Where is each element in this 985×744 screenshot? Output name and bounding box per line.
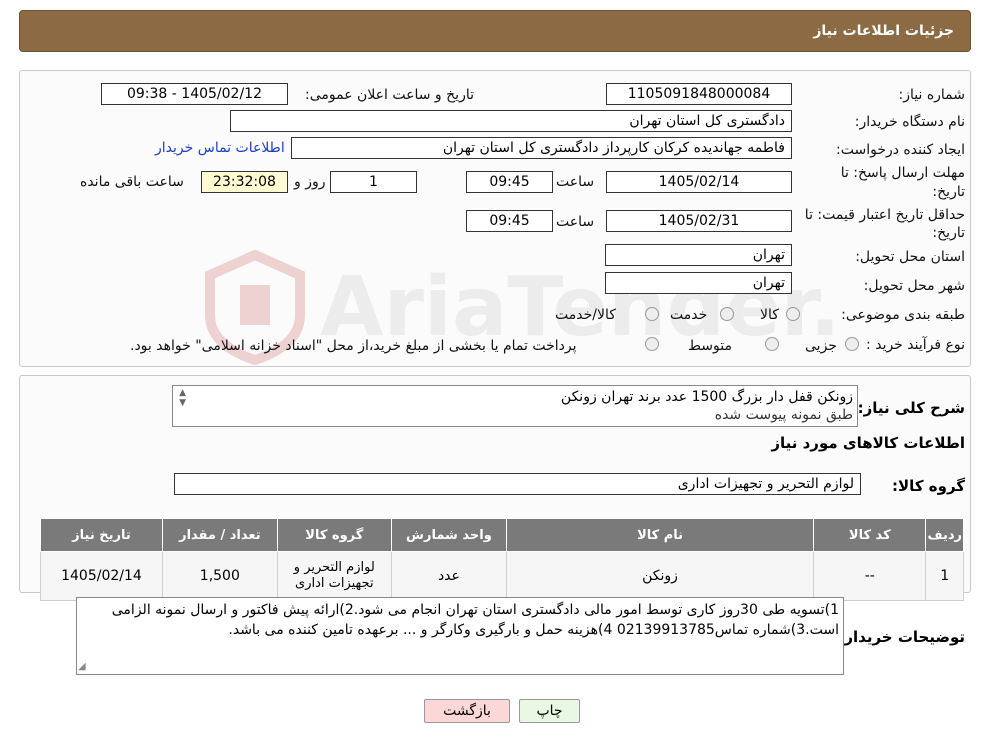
page-title: جزئیات اطلاعات نیاز: [813, 23, 954, 39]
creator-label: ایجاد کننده درخواست:: [836, 142, 965, 158]
cell-goods-group: لوازم التحریر و تجهیزات اداری: [276, 551, 392, 601]
col-quantity: تعداد / مقدار: [161, 518, 278, 552]
category-option-goods-service: کالا/خدمت: [555, 307, 616, 323]
summary-line-1: زونکن قفل دار بزرگ 1500 عدد برند تهران ز…: [560, 389, 853, 405]
validity-label: حداقل تاریخ اعتبار قیمت: تا: [804, 207, 965, 223]
category-label: طبقه بندی موضوعی:: [841, 307, 965, 323]
goods-table: ردیف کد کالا نام کالا واحد شمارش گروه کا…: [40, 518, 964, 601]
col-need-date: تاریخ نیاز: [40, 518, 163, 552]
buyer-org-field: دادگستری کل استان تهران: [230, 110, 792, 132]
category-radio-goods-service[interactable]: [645, 307, 659, 321]
col-row-number: ردیف: [925, 518, 964, 552]
buyer-notes-textarea[interactable]: 1)تسویه طی 30روز کاری توسط امور مالی داد…: [76, 597, 844, 675]
process-note: پرداخت تمام یا بخشی از مبلغ خرید،از محل …: [130, 338, 577, 354]
days-label: روز و: [294, 174, 326, 190]
goods-group-field: لوازم التحریر و تجهیزات اداری: [174, 473, 861, 495]
deadline-label: مهلت ارسال پاسخ: تا: [840, 165, 965, 181]
category-option-goods: کالا: [760, 307, 779, 323]
scroll-up-icon[interactable]: ▲: [174, 388, 186, 398]
city-field: تهران: [605, 272, 792, 294]
validity-date-field: 1405/02/31: [606, 210, 792, 232]
col-item-name: نام کالا: [506, 518, 815, 552]
deadline-time-field: 09:45: [466, 171, 553, 193]
scroll-down-icon[interactable]: ▼: [174, 398, 186, 408]
process-label: نوع فرآیند خرید :: [866, 337, 965, 353]
days-remaining-field: 1: [330, 171, 417, 193]
validity-label-date: تاریخ:: [932, 225, 965, 241]
need-number-field: 1105091848000084: [606, 83, 792, 105]
summary-scrollbar[interactable]: ▲ ▼: [174, 388, 186, 424]
col-goods-group: گروه کالا: [276, 518, 392, 552]
print-button[interactable]: چاپ: [519, 699, 580, 723]
deadline-time-label: ساعت: [556, 174, 595, 190]
deadline-label-date: تاریخ:: [932, 184, 965, 200]
process-radio-minor[interactable]: [845, 337, 859, 351]
cell-quantity: 1,500: [161, 551, 278, 601]
announce-date-field: 1405/02/12 - 09:38: [101, 83, 288, 105]
creator-field: فاطمه جهاندیده کرکان کارپرداز دادگستری ک…: [291, 137, 792, 159]
process-radio-medium[interactable]: [765, 337, 779, 351]
validity-time-label: ساعت: [556, 214, 595, 230]
process-radio-treasury[interactable]: [645, 337, 659, 351]
goods-info-title: اطلاعات کالاهای مورد نیاز: [771, 434, 965, 452]
resize-handle-icon[interactable]: ◢: [78, 661, 86, 672]
remaining-time-field: 23:32:08: [201, 171, 288, 193]
validity-time-field: 09:45: [466, 210, 553, 232]
process-option-minor: جزیی: [805, 338, 837, 354]
page-header: جزئیات اطلاعات نیاز: [19, 10, 971, 52]
category-radio-goods[interactable]: [786, 307, 800, 321]
process-option-medium: متوسط: [688, 338, 732, 354]
col-item-code: کد کالا: [813, 518, 927, 552]
col-unit: واحد شمارش: [390, 518, 508, 552]
back-button[interactable]: بازگشت: [424, 699, 510, 723]
summary-textarea[interactable]: زونکن قفل دار بزرگ 1500 عدد برند تهران ز…: [172, 385, 858, 427]
announce-date-label: تاریخ و ساعت اعلان عمومی:: [305, 87, 474, 103]
summary-line-2: طبق نمونه پیوست شده: [714, 407, 853, 423]
category-option-service: خدمت: [670, 307, 708, 323]
cell-item-code: --: [813, 551, 927, 601]
deadline-date-field: 1405/02/14: [606, 171, 792, 193]
province-label: استان محل تحویل:: [855, 249, 965, 265]
remaining-time-label: ساعت باقی مانده: [80, 174, 184, 190]
province-field: تهران: [605, 244, 792, 266]
cell-unit: عدد: [390, 551, 508, 601]
city-label: شهر محل تحویل:: [863, 278, 965, 294]
category-radio-service[interactable]: [720, 307, 734, 321]
buyer-notes-label: توضیحات خریدار:: [838, 628, 965, 646]
table-row: 1 -- زونکن عدد لوازم التحریر و تجهیزات ا…: [40, 551, 964, 601]
buyer-contact-link[interactable]: اطلاعات تماس خریدار: [155, 140, 285, 156]
goods-group-label: گروه کالا:: [892, 477, 965, 495]
buyer-org-label: نام دستگاه خریدار:: [854, 114, 965, 130]
cell-need-date: 1405/02/14: [40, 551, 163, 601]
table-header-row: ردیف کد کالا نام کالا واحد شمارش گروه کا…: [40, 518, 964, 552]
summary-label: شرح کلی نیاز:: [857, 399, 965, 417]
cell-item-name: زونکن: [506, 551, 815, 601]
need-number-label: شماره نیاز:: [898, 87, 966, 103]
cell-row-number: 1: [925, 551, 964, 601]
